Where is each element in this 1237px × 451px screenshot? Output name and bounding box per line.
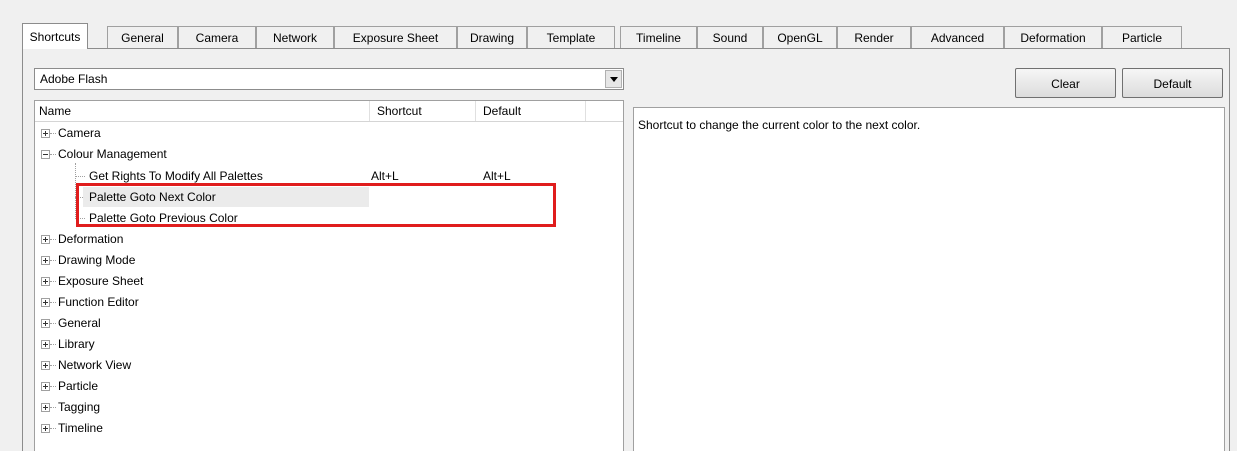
- shortcut-value: Alt+L: [371, 169, 399, 183]
- tab-template[interactable]: Template: [527, 26, 615, 48]
- tree-item-library[interactable]: Library: [35, 334, 623, 354]
- column-divider: [475, 101, 476, 121]
- tree-item-exposure-sheet[interactable]: Exposure Sheet: [35, 271, 623, 291]
- tree-connector: [50, 344, 56, 345]
- tree-connector: [50, 323, 56, 324]
- tree-item-label: Library: [58, 337, 95, 351]
- expand-plus-icon[interactable]: [41, 235, 50, 244]
- tree-connector: [50, 133, 56, 134]
- tab-sound[interactable]: Sound: [697, 26, 763, 48]
- shortcut-description-text: Shortcut to change the current color to …: [638, 118, 921, 132]
- tree-item-label: Tagging: [58, 400, 101, 414]
- tree-item-general[interactable]: General: [35, 313, 623, 333]
- tab-opengl[interactable]: OpenGL: [763, 26, 837, 48]
- shortcut-description-panel: Shortcut to change the current color to …: [633, 107, 1225, 451]
- expand-plus-icon[interactable]: [41, 277, 50, 286]
- expand-plus-icon[interactable]: [41, 340, 50, 349]
- tree-item-tagging[interactable]: Tagging: [35, 397, 623, 417]
- shortcut-preset-value: Adobe Flash: [40, 72, 108, 86]
- tab-render[interactable]: Render: [837, 26, 911, 48]
- expand-plus-icon[interactable]: [41, 361, 50, 370]
- expand-plus-icon[interactable]: [41, 129, 50, 138]
- tree-header: Name Shortcut Default: [35, 101, 623, 122]
- tree-item-label: Colour Management: [58, 147, 167, 161]
- tree-item-colour-management[interactable]: Colour Management: [35, 144, 623, 164]
- tree-item-label: Function Editor: [58, 295, 139, 309]
- tab-general[interactable]: General: [107, 26, 178, 48]
- tree-item-function-editor[interactable]: Function Editor: [35, 292, 623, 312]
- tree-connector: [50, 260, 56, 261]
- default-value: Alt+L: [483, 169, 511, 183]
- tree-connector: [50, 407, 56, 408]
- expand-plus-icon[interactable]: [41, 403, 50, 412]
- tree-item-network-view[interactable]: Network View: [35, 355, 623, 375]
- tree-item-drawing-mode[interactable]: Drawing Mode: [35, 250, 623, 270]
- tree-item-deformation[interactable]: Deformation: [35, 229, 623, 249]
- tree-item-label: Timeline: [58, 421, 103, 435]
- default-button[interactable]: Default: [1122, 68, 1223, 98]
- panel-left-border: [22, 48, 23, 451]
- chevron-down-icon[interactable]: [605, 70, 622, 88]
- shortcut-tree[interactable]: Name Shortcut Default Camera Colour Mana…: [34, 100, 624, 451]
- expand-plus-icon[interactable]: [41, 256, 50, 265]
- tree-item-label: Get Rights To Modify All Palettes: [89, 169, 263, 183]
- tree-connector: [50, 154, 56, 155]
- tree-item-particle[interactable]: Particle: [35, 376, 623, 396]
- tree-connector: [50, 302, 56, 303]
- panel-right-border: [1229, 48, 1230, 451]
- tree-item-label: Camera: [58, 126, 101, 140]
- tree-item-label: General: [58, 316, 101, 330]
- tab-shortcuts[interactable]: Shortcuts: [22, 23, 88, 49]
- column-header-shortcut[interactable]: Shortcut: [377, 104, 422, 118]
- tree-item-label: Particle: [58, 379, 99, 393]
- tab-timeline[interactable]: Timeline: [620, 26, 697, 48]
- column-header-name[interactable]: Name: [39, 104, 71, 118]
- tab-drawing[interactable]: Drawing: [457, 26, 527, 48]
- tab-camera[interactable]: Camera: [178, 26, 256, 48]
- expand-plus-icon[interactable]: [41, 424, 50, 433]
- expand-plus-icon[interactable]: [41, 382, 50, 391]
- tree-connector: [50, 239, 56, 240]
- clear-button[interactable]: Clear: [1015, 68, 1116, 98]
- tab-network[interactable]: Network: [256, 26, 334, 48]
- tab-advanced[interactable]: Advanced: [911, 26, 1004, 48]
- tree-connector: [50, 281, 56, 282]
- column-divider: [369, 101, 370, 121]
- tree-connector: [50, 365, 56, 366]
- column-divider: [585, 101, 586, 121]
- tab-particle[interactable]: Particle: [1102, 26, 1182, 48]
- annotation-highlight-box: [76, 183, 556, 227]
- tree-item-label: Drawing Mode: [58, 253, 136, 267]
- tab-exposure-sheet[interactable]: Exposure Sheet: [334, 26, 457, 48]
- tree-connector: [50, 428, 56, 429]
- tree-item-label: Network View: [58, 358, 132, 372]
- column-header-default[interactable]: Default: [483, 104, 521, 118]
- shortcut-preset-dropdown[interactable]: Adobe Flash: [34, 68, 624, 90]
- tree-item-label: Exposure Sheet: [58, 274, 144, 288]
- tab-deformation[interactable]: Deformation: [1004, 26, 1102, 48]
- tab-baseline: [22, 48, 1230, 49]
- expand-plus-icon[interactable]: [41, 319, 50, 328]
- expand-plus-icon[interactable]: [41, 298, 50, 307]
- tree-item-label: Deformation: [58, 232, 124, 246]
- collapse-minus-icon[interactable]: [41, 150, 50, 159]
- tree-item-camera[interactable]: Camera: [35, 123, 623, 143]
- tree-connector: [50, 386, 56, 387]
- tree-item-timeline[interactable]: Timeline: [35, 418, 623, 438]
